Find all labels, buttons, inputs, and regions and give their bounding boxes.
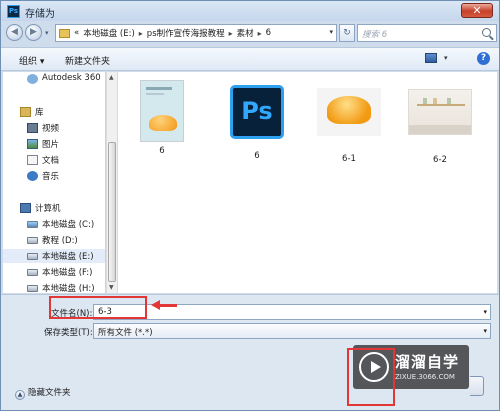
folder-icon xyxy=(59,28,70,38)
music-icon xyxy=(27,171,38,181)
poster-thumbnail xyxy=(130,80,194,144)
organize-menu[interactable]: 组织 ▾ xyxy=(19,54,44,67)
back-button[interactable]: ◀ xyxy=(6,24,23,41)
navigation-pane: Autodesk 360 库 视频 图片 文档 音乐 计算机 本地磁盘 (C:)… xyxy=(3,72,106,293)
sidebar-item-documents[interactable]: 文档 xyxy=(3,153,105,167)
picture-icon xyxy=(27,139,38,149)
navigation-bar: ◀ ▶ ▾ « 本地磁盘 (E:) ▸ ps制作宣传海报教程 ▸ 素材 ▸ 6 … xyxy=(1,21,499,47)
sidebar-item-drive-e[interactable]: 本地磁盘 (E:) xyxy=(3,249,105,263)
filename-highlight-box xyxy=(49,296,147,319)
document-icon xyxy=(27,155,38,165)
address-bar[interactable]: « 本地磁盘 (E:) ▸ ps制作宣传海报教程 ▸ 素材 ▸ 6 ▾ xyxy=(55,24,337,42)
sidebar-item-drive-c[interactable]: 本地磁盘 (C:) xyxy=(3,217,105,231)
drive-icon xyxy=(27,237,38,244)
red-arrow-icon xyxy=(151,300,177,310)
forward-button[interactable]: ▶ xyxy=(25,24,42,41)
sidebar-item-music[interactable]: 音乐 xyxy=(3,169,105,183)
sidebar-item-label: 图片 xyxy=(42,140,60,150)
sidebar-item-label: 本地磁盘 (E:) xyxy=(42,252,94,262)
hide-folders-button[interactable]: ▲ 隐藏文件夹 xyxy=(15,386,71,400)
save-button[interactable] xyxy=(470,376,484,396)
sidebar-item-label: 本地磁盘 (H:) xyxy=(42,284,95,293)
toolbar: 组织 ▾ 新建文件夹 ▾ ? xyxy=(1,47,499,71)
breadcrumb-overflow[interactable]: « xyxy=(74,28,79,38)
sidebar-item-label: 本地磁盘 (C:) xyxy=(42,220,95,230)
save-type-label: 保存类型(T): xyxy=(44,328,93,338)
sidebar-item-label: 库 xyxy=(35,108,44,118)
watermark-title: 溜溜自学 xyxy=(395,353,460,371)
computer-icon xyxy=(20,203,31,213)
sidebar-item-label: 教程 (D:) xyxy=(42,236,78,246)
sidebar-item-drive-h[interactable]: 本地磁盘 (H:) xyxy=(3,281,105,293)
sidebar-item-computer[interactable]: 计算机 xyxy=(3,201,105,215)
drive-icon xyxy=(27,221,38,228)
scrollbar-thumb[interactable] xyxy=(108,142,116,282)
sidebar-item-label: 视频 xyxy=(42,124,60,134)
search-input[interactable]: 搜索 6 xyxy=(357,24,497,42)
scroll-up-icon[interactable]: ▲ xyxy=(109,74,114,81)
filename-dropdown-icon[interactable]: ▾ xyxy=(483,308,487,316)
file-name: 6 xyxy=(159,146,165,156)
file-list: 6 Ps 6 6-1 6-2 xyxy=(118,72,497,293)
breadcrumb-materials[interactable]: 素材 xyxy=(237,27,254,39)
help-icon[interactable]: ? xyxy=(477,52,490,65)
cloud-icon xyxy=(27,74,38,84)
close-button[interactable]: ✕ xyxy=(461,3,493,18)
sidebar-item-label: 音乐 xyxy=(42,172,60,182)
sidebar-item-drive-d[interactable]: 教程 (D:) xyxy=(3,233,105,247)
kitchen-thumbnail xyxy=(408,89,472,153)
breadcrumb-drive-e[interactable]: 本地磁盘 (E:) xyxy=(83,27,135,39)
sidebar-item-drive-f[interactable]: 本地磁盘 (F:) xyxy=(3,265,105,279)
file-item[interactable]: Ps 6 xyxy=(219,80,295,161)
drive-icon xyxy=(27,285,38,292)
watermark-url: ZIXUE.3066.COM xyxy=(395,373,455,381)
recent-locations-chevron-icon[interactable]: ▾ xyxy=(45,29,49,37)
drive-icon xyxy=(27,253,38,260)
video-icon xyxy=(27,123,38,133)
hide-folders-label: 隐藏文件夹 xyxy=(28,388,71,398)
sidebar-item-pictures[interactable]: 图片 xyxy=(3,137,105,151)
photoshop-app-icon: Ps xyxy=(7,5,20,18)
save-button-highlight-box xyxy=(347,348,395,406)
save-type-select[interactable]: 所有文件 (*.*) ▾ xyxy=(93,323,491,339)
library-icon xyxy=(20,107,31,117)
sidebar-item-label: 本地磁盘 (F:) xyxy=(42,268,93,278)
save-as-dialog: Ps 存储为 ✕ ◀ ▶ ▾ « 本地磁盘 (E:) ▸ ps制作宣传海报教程 … xyxy=(0,0,500,411)
breadcrumb-tutorial[interactable]: ps制作宣传海报教程 xyxy=(147,27,225,39)
file-item[interactable]: 6 xyxy=(124,80,200,156)
file-name: 6-1 xyxy=(342,154,356,164)
pudding-thumbnail xyxy=(317,88,381,152)
view-options-icon[interactable] xyxy=(425,53,437,63)
new-folder-button[interactable]: 新建文件夹 xyxy=(65,54,110,67)
address-dropdown-icon[interactable]: ▾ xyxy=(329,28,333,36)
search-placeholder: 搜索 6 xyxy=(362,30,388,40)
file-name: 6 xyxy=(254,151,260,161)
navigation-scrollbar[interactable]: ▲ ▼ xyxy=(106,72,117,293)
breadcrumb-separator-icon[interactable]: ▸ xyxy=(258,29,262,38)
chevron-up-icon: ▲ xyxy=(15,390,25,400)
save-type-value: 所有文件 (*.*) xyxy=(98,328,153,338)
sidebar-item-videos[interactable]: 视频 xyxy=(3,121,105,135)
view-dropdown-icon[interactable]: ▾ xyxy=(444,54,448,62)
file-name: 6-2 xyxy=(433,155,447,165)
file-item[interactable]: 6-1 xyxy=(311,80,387,164)
window-title: 存储为 xyxy=(25,9,55,20)
sidebar-item-label: 计算机 xyxy=(35,204,61,214)
breadcrumb-separator-icon[interactable]: ▸ xyxy=(229,29,233,38)
sidebar-item-label: 文档 xyxy=(42,156,60,166)
search-icon[interactable] xyxy=(482,28,491,37)
file-item[interactable]: 6-2 xyxy=(402,80,478,165)
refresh-button[interactable]: ↻ xyxy=(339,24,355,42)
photoshop-file-icon: Ps xyxy=(225,85,289,149)
breadcrumb-separator-icon[interactable]: ▸ xyxy=(139,29,143,38)
title-bar: Ps 存储为 ✕ xyxy=(1,1,499,21)
save-type-dropdown-icon[interactable]: ▾ xyxy=(483,327,487,335)
sidebar-item-library[interactable]: 库 xyxy=(3,105,105,119)
sidebar-item-label: Autodesk 360 xyxy=(42,73,101,83)
breadcrumb-folder-6[interactable]: 6 xyxy=(266,28,271,38)
drive-icon xyxy=(27,269,38,276)
scroll-down-icon[interactable]: ▼ xyxy=(109,284,114,291)
sidebar-item-autodesk-360[interactable]: Autodesk 360 xyxy=(3,72,105,86)
